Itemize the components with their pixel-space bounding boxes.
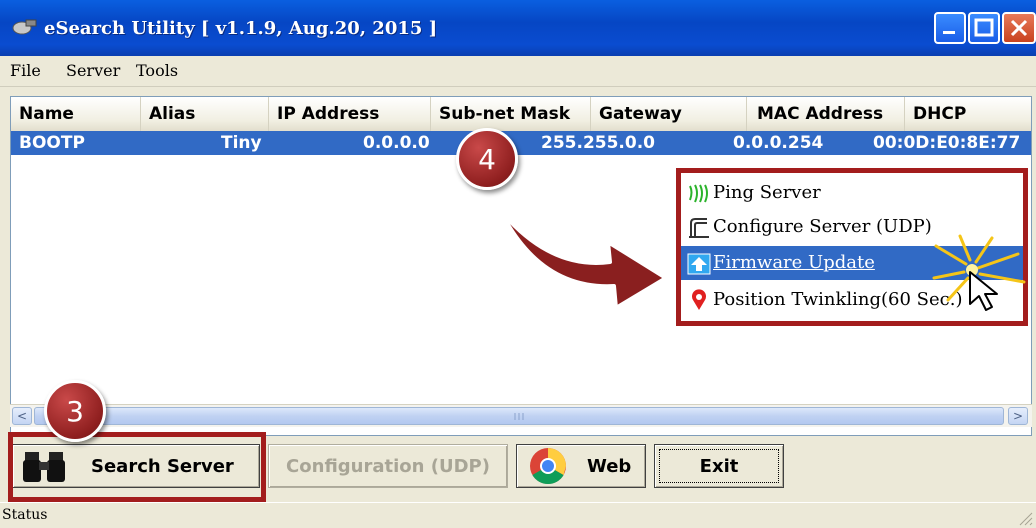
cell-mac: 00:0D:E0:8E:77 <box>873 133 1021 153</box>
app-icon <box>12 19 37 35</box>
firmware-update-label: Firmware Update <box>713 252 875 273</box>
ping-server-label: Ping Server <box>713 182 821 203</box>
window-title: eSearch Utility [ v1.1.9, Aug.20, 2015 ] <box>44 18 438 39</box>
column-name[interactable]: Name <box>11 97 141 131</box>
menu-tools[interactable]: Tools <box>136 61 178 80</box>
table-row[interactable]: BOOTP Tiny 0.0.0.0 255.255.0.0 0.0.0.254… <box>11 131 1031 155</box>
location-pin-icon <box>692 289 706 310</box>
menu-item-ping-server[interactable]: Ping Server <box>681 176 1023 210</box>
grip-icon <box>514 413 524 420</box>
status-bar: Status <box>0 502 1036 528</box>
cell-gateway: 0.0.0.254 <box>733 133 824 153</box>
maximize-button[interactable] <box>968 12 1000 44</box>
column-alias[interactable]: Alias <box>141 97 269 131</box>
step-4-badge: 4 <box>456 128 518 190</box>
cell-name: BOOTP <box>19 133 85 153</box>
configuration-udp-button[interactable]: Configuration (UDP) <box>268 444 508 488</box>
maximize-icon <box>974 18 994 37</box>
column-subnet-mask[interactable]: Sub-net Mask <box>431 97 591 131</box>
list-header: Name Alias IP Address Sub-net Mask Gatew… <box>11 97 1031 132</box>
web-label: Web <box>587 455 632 477</box>
menu-bar: File Server Tools <box>0 56 1036 87</box>
upload-arrow-icon <box>687 253 711 275</box>
web-button[interactable]: Web <box>516 444 646 488</box>
column-gateway[interactable]: Gateway <box>591 97 747 131</box>
focus-ring <box>659 449 779 483</box>
close-icon <box>1010 19 1028 37</box>
minimize-icon <box>943 31 955 34</box>
menu-server[interactable]: Server <box>66 61 120 80</box>
chrome-icon <box>530 448 566 485</box>
position-twinkling-label: Position Twinkling(60 Sec.) <box>713 289 963 310</box>
exit-button[interactable]: Exit <box>654 444 784 488</box>
column-ip-address[interactable]: IP Address <box>269 97 431 131</box>
column-mac-address[interactable]: MAC Address <box>747 97 905 131</box>
esearch-window: eSearch Utility [ v1.1.9, Aug.20, 2015 ]… <box>0 0 1036 528</box>
column-dhcp[interactable]: DHCP <box>905 97 1031 131</box>
status-text: Status <box>2 507 48 523</box>
curved-arrow-annotation <box>498 208 668 310</box>
ping-icon <box>689 184 708 203</box>
search-button-highlight <box>8 432 266 502</box>
step-3-badge: 3 <box>44 380 106 442</box>
cell-mask: 255.255.0.0 <box>541 133 656 153</box>
resize-grip-icon[interactable] <box>1016 509 1034 527</box>
minimize-button[interactable] <box>934 12 966 44</box>
scroll-thumb[interactable] <box>34 407 1004 425</box>
mouse-cursor-icon <box>969 271 998 311</box>
close-button[interactable] <box>1002 12 1036 44</box>
configure-server-label: Configure Server (UDP) <box>713 216 932 237</box>
horizontal-scrollbar[interactable]: < > <box>10 404 1032 427</box>
scroll-right-button[interactable]: > <box>1008 407 1028 425</box>
configure-icon <box>689 218 709 238</box>
cell-alias: Tiny <box>221 133 262 153</box>
cell-ip: 0.0.0.0 <box>363 133 430 153</box>
menu-file[interactable]: File <box>10 61 41 80</box>
title-bar[interactable]: eSearch Utility [ v1.1.9, Aug.20, 2015 ] <box>0 0 1036 56</box>
scroll-left-button[interactable]: < <box>12 407 32 425</box>
configuration-udp-label: Configuration (UDP) <box>286 455 490 477</box>
